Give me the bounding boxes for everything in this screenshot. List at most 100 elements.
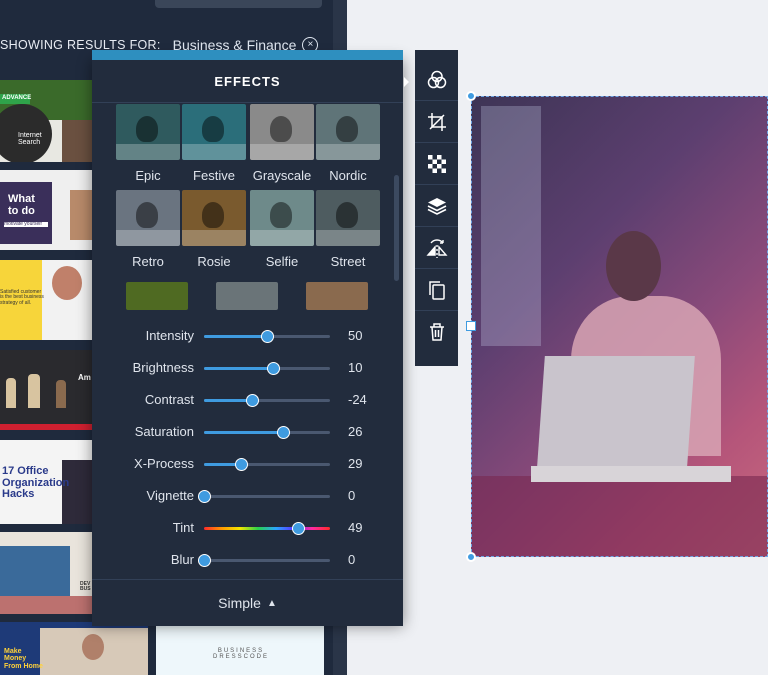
template-thumbnail[interactable]: BUSINESS DRESSCODE — [156, 626, 324, 675]
panel-accent-bar — [92, 50, 403, 60]
slider-saturation: Saturation 26 — [92, 422, 403, 442]
template-thumbnail[interactable]: What to do motivate yourself — [0, 170, 92, 250]
effect-preview — [250, 190, 314, 246]
effect-festive[interactable]: Festive — [182, 104, 246, 183]
effect-label: Grayscale — [252, 168, 312, 183]
slider-brightness: Brightness 10 — [92, 358, 403, 378]
delete-icon — [429, 323, 444, 341]
effect-label: Street — [330, 254, 366, 269]
effects-tool-button[interactable] — [415, 60, 458, 101]
slider-track[interactable] — [204, 362, 330, 375]
thumbnail-title: DEV BUS — [80, 581, 91, 593]
slider-value: 29 — [348, 456, 363, 471]
template-thumbnail[interactable]: 17 Office Organization Hacks — [0, 440, 92, 524]
resize-handle-middle-left[interactable] — [466, 321, 476, 331]
effect-nordic[interactable]: Nordic — [316, 104, 380, 183]
resize-handle-bottom-left[interactable] — [466, 552, 476, 562]
flip-icon — [425, 239, 448, 258]
effect-label: Retro — [132, 254, 164, 269]
slider-value: 26 — [348, 424, 363, 439]
thumbnail-title: Am — [78, 373, 91, 382]
thumbnail-title: BUSINESS DRESSCODE — [212, 648, 269, 661]
effect-preview — [250, 104, 314, 160]
slider-knob[interactable] — [198, 490, 211, 503]
simple-mode-button[interactable]: Simple ▲ — [92, 579, 403, 626]
delete-tool-button[interactable] — [415, 312, 458, 352]
slider-value: 10 — [348, 360, 363, 375]
slider-knob[interactable] — [234, 458, 248, 471]
slider-value: 50 — [348, 328, 363, 343]
effect-label: Epic — [135, 168, 161, 183]
slider-track[interactable] — [198, 490, 330, 503]
slider-knob[interactable] — [198, 554, 211, 567]
thumbnail-title: 17 Office Organization Hacks — [2, 465, 70, 501]
effect-more[interactable] — [306, 282, 368, 310]
effect-more[interactable] — [126, 282, 188, 310]
effect-epic[interactable]: Epic — [116, 104, 180, 183]
selection-border — [471, 96, 768, 557]
slider-label: Contrast — [144, 392, 194, 407]
effect-label: Festive — [193, 168, 235, 183]
template-thumbnail[interactable]: DEV BUS — [0, 532, 92, 614]
slider-track[interactable] — [204, 330, 330, 343]
effect-label: Selfie — [265, 254, 299, 269]
slider-track[interactable] — [204, 394, 330, 407]
thumbnail-subtitle: motivate yourself — [4, 221, 48, 228]
slider-track[interactable] — [204, 522, 330, 535]
template-thumbnail[interactable]: Am — [0, 350, 92, 430]
slider-track[interactable] — [204, 458, 330, 471]
slider-label: Vignette — [146, 488, 194, 503]
effects-panel: EFFECTS Epic Festive Grayscale Nordic Re… — [92, 50, 403, 626]
effect-preview — [116, 104, 180, 160]
panel-title: EFFECTS — [92, 60, 403, 103]
layers-icon — [427, 198, 446, 215]
slider-knob[interactable] — [277, 426, 291, 439]
transparency-tool-button[interactable] — [415, 144, 458, 185]
slider-x-process: X-Process 29 — [92, 454, 403, 474]
slider-label: X-Process — [134, 456, 194, 471]
duplicate-tool-button[interactable] — [415, 270, 458, 311]
template-thumbnail[interactable]: ADVANCE Internet Search — [0, 80, 92, 162]
slider-contrast: Contrast -24 — [92, 390, 403, 410]
slider-value: 0 — [348, 552, 356, 567]
resize-handle-top-left[interactable] — [466, 91, 476, 101]
thumbnail-title: ADVANCE — [2, 95, 32, 101]
panel-title-text: EFFECTS — [214, 73, 281, 89]
effect-selfie[interactable]: Selfie — [250, 190, 314, 269]
slider-label: Saturation — [134, 424, 194, 439]
effect-more[interactable] — [216, 282, 278, 310]
search-field[interactable] — [155, 0, 322, 8]
flip-tool-button[interactable] — [415, 228, 458, 269]
effect-street[interactable]: Street — [316, 190, 380, 269]
effect-rosie[interactable]: Rosie — [182, 190, 246, 269]
effect-grayscale[interactable]: Grayscale — [250, 104, 314, 183]
effect-preview — [316, 104, 380, 160]
chevron-up-icon: ▲ — [266, 597, 277, 609]
slider-knob[interactable] — [261, 330, 274, 343]
slider-vignette: Vignette 0 — [92, 486, 403, 506]
effect-preview — [182, 104, 246, 160]
crop-tool-button[interactable] — [415, 102, 458, 143]
image-toolbar — [415, 50, 458, 366]
duplicate-icon — [428, 281, 445, 300]
slider-knob[interactable] — [291, 522, 305, 535]
template-thumbnail[interactable]: Satisfied customer is the best business … — [0, 260, 92, 340]
slider-label: Intensity — [145, 328, 194, 343]
effect-retro[interactable]: Retro — [116, 190, 180, 269]
effects-icon — [427, 70, 446, 89]
template-thumbnail[interactable]: Make Money From Home — [0, 622, 148, 675]
effect-label: Rosie — [197, 254, 231, 269]
panel-scrollbar[interactable] — [394, 175, 399, 281]
layers-tool-button[interactable] — [415, 186, 458, 227]
thumbnail-subtitle: Internet Search — [18, 132, 42, 147]
slider-track[interactable] — [198, 554, 330, 567]
slider-knob[interactable] — [267, 362, 281, 375]
crop-icon — [427, 113, 446, 131]
slider-track[interactable] — [204, 426, 330, 439]
thumbnail-title: What to do — [8, 193, 35, 217]
slider-knob[interactable] — [245, 394, 259, 407]
effect-preview — [116, 190, 180, 246]
effect-preview — [316, 190, 380, 246]
effect-label: Nordic — [329, 168, 367, 183]
slider-blur: Blur 0 — [92, 550, 403, 570]
